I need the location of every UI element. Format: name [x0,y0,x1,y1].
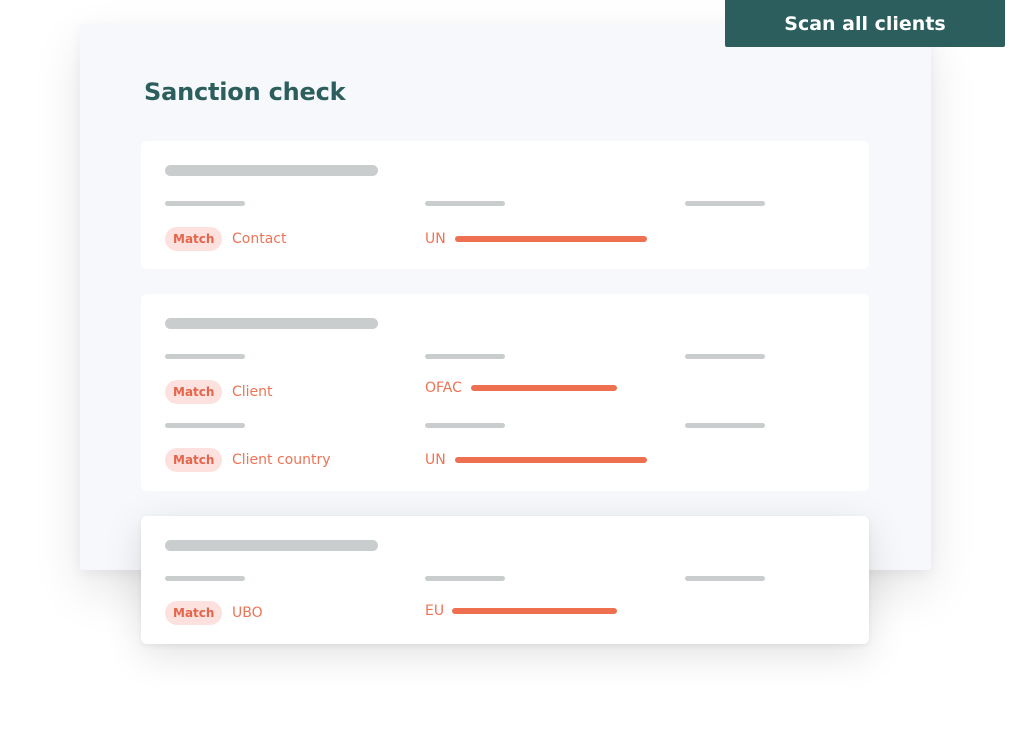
scan-all-clients-button[interactable]: Scan all clients [725,0,1005,47]
client-card[interactable]: Match Client OFAC Match Client country U… [141,294,869,491]
client-name-placeholder [165,540,378,551]
extra-placeholder [685,201,765,206]
match-badge: Match [165,227,223,251]
match-badge: Match [165,380,223,404]
sanction-list: OFAC [425,380,462,396]
sanction-list: UN [425,231,446,247]
list-placeholder [425,201,505,206]
field-placeholder [165,423,245,428]
match-score-bar [452,608,617,614]
match-score-bar [455,457,647,463]
match-score-bar [471,385,617,391]
extra-placeholder [685,576,765,581]
list-placeholder [425,576,505,581]
match-badge: Match [165,601,223,625]
client-name-placeholder [165,318,378,329]
matched-field: Client country [232,452,331,468]
sanction-list: UN [425,452,446,468]
extra-placeholder [685,354,765,359]
extra-placeholder [685,423,765,428]
field-placeholder [165,201,245,206]
field-placeholder [165,576,245,581]
match-badge: Match [165,448,223,472]
list-placeholder [425,423,505,428]
matched-field: Contact [232,231,287,247]
client-name-placeholder [165,165,378,176]
client-card[interactable]: Match UBO EU [141,516,869,644]
sanction-list: EU [425,603,445,619]
client-card[interactable]: Match Contact UN [141,141,869,269]
match-score-bar [455,236,647,242]
matched-field: Client [232,384,273,400]
list-placeholder [425,354,505,359]
page-title: Sanction check [144,78,346,106]
field-placeholder [165,354,245,359]
matched-field: UBO [232,605,263,621]
